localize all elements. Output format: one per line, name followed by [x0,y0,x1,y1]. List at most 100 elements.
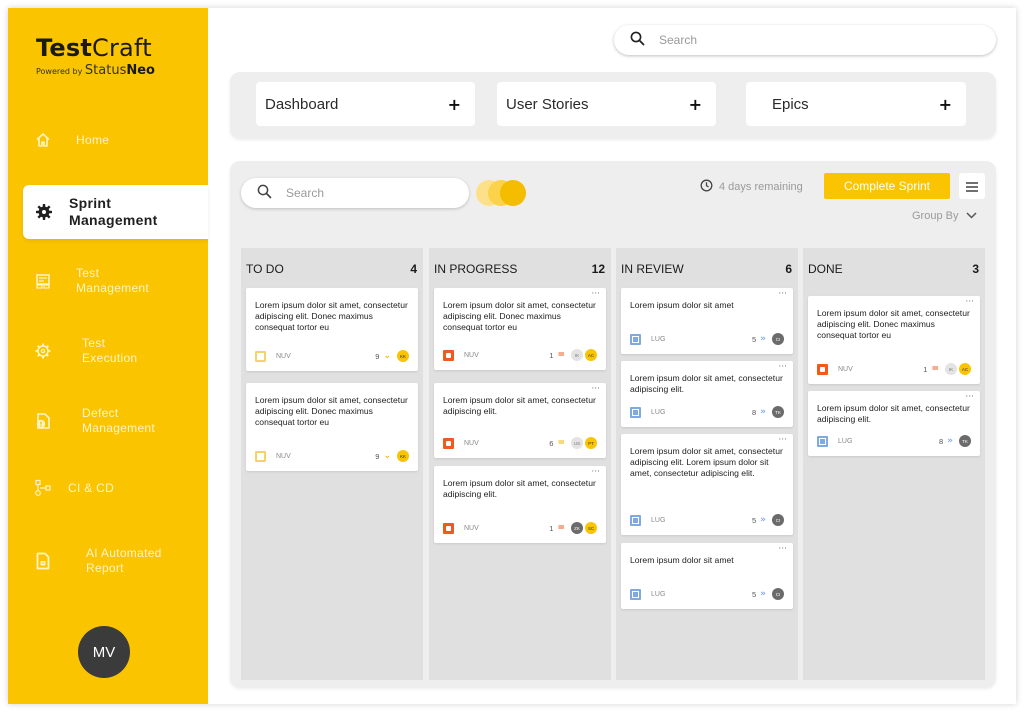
assignee-avatar[interactable]: ZK [571,522,583,534]
story-points: 6 [549,438,554,448]
assignee-avatar[interactable]: IK [571,349,583,361]
assignee-avatar[interactable]: CI [772,514,784,526]
logo-title: TestCraft [36,34,152,62]
story-points: 1 [549,523,554,533]
card-summary: Lorem ipsum dolor sit amet, consectetur … [817,308,970,340]
sidebar-item-home[interactable]: Home [8,130,208,150]
assignee-avatar[interactable]: PT [585,437,597,449]
bug-type-icon [443,349,454,361]
priority-icon: » [760,515,766,525]
more-options-icon[interactable]: ··· [778,544,787,554]
add-icon[interactable]: + [939,95,952,114]
sprint-board: 4 days remaining Complete Sprint Group B… [230,161,996,687]
complete-sprint-button[interactable]: Complete Sprint [824,173,950,199]
assignee-avatar[interactable]: AC [959,363,971,375]
issue-card[interactable]: ··· Lorem ipsum dolor sit amet, consectet… [808,296,980,384]
more-options-icon[interactable]: ··· [965,392,974,402]
sidebar-item-label: Sprint Management [69,195,158,228]
project-key: LUG [651,516,666,524]
add-icon[interactable]: + [689,95,702,114]
issue-card[interactable]: ··· Lorem ipsum dolor sit amet, consectet… [434,466,606,543]
more-options-icon[interactable]: ··· [591,467,600,477]
priority-icon: » [760,589,766,599]
board-column-done: DONE 3 ··· Lorem ipsum dolor sit amet, cons… [803,248,985,680]
bug-type-icon [817,363,828,375]
add-icon[interactable]: + [448,95,461,114]
tab-label: User Stories [506,95,589,113]
more-options-icon[interactable]: ··· [591,289,600,299]
tab-user-stories[interactable]: User Stories + [497,82,716,126]
cog-refresh-icon [34,342,52,360]
story-points: 5 [752,334,757,344]
team-avatars[interactable] [476,180,536,208]
sidebar-item-label: Home [76,132,110,147]
sprint-remaining: 4 days remaining [700,179,803,195]
issue-card[interactable]: ··· Lorem ipsum dolor sit amet, consectet… [434,288,606,370]
column-count: 12 [591,262,605,276]
assignee-avatar[interactable]: SC [585,522,597,534]
sidebar-item-ci-cd[interactable]: CI & CD [8,478,208,498]
user-avatar[interactable]: MV [78,626,130,678]
assignee-avatar[interactable]: TK [772,406,784,418]
task-type-icon [630,514,641,526]
assignee-avatar[interactable]: KK [397,350,409,362]
card-meta: 9 ⌄ KK [375,350,409,362]
issue-card[interactable]: Lorem ipsum dolor sit amet, consectetur … [246,383,418,471]
card-meta: 5» CI [752,514,784,526]
card-footer: LUG 5» CI [630,513,784,527]
issue-card[interactable]: ··· Lorem ipsum dolor sit amet, consectet… [621,361,793,427]
priority-icon: » [760,407,766,417]
team-avatar[interactable] [500,180,526,206]
column-title: TO DO [246,262,284,276]
more-options-icon[interactable]: ··· [778,435,787,445]
project-key: LUG [651,335,666,343]
issue-card[interactable]: ··· Lorem ipsum dolor sit amet LUG 5» CI [621,288,793,354]
board-column-in-progress: IN PROGRESS 12 ··· Lorem ipsum dolor sit am… [429,248,611,680]
assignee-avatar[interactable]: KK [397,450,409,462]
project-key: NUV [464,351,479,359]
issue-card[interactable]: ··· Lorem ipsum dolor sit amet, consectet… [621,434,793,535]
story-points: 8 [752,407,757,417]
card-summary: Lorem ipsum dolor sit amet [630,555,734,565]
assignee-avatar[interactable]: CI [772,333,784,345]
global-search-input[interactable] [659,33,959,47]
priority-icon: = [557,523,565,533]
board-search-input[interactable] [286,186,456,200]
story-points: 5 [752,589,757,599]
assignee-avatar[interactable]: TK [959,435,971,447]
sidebar-item-ai-automated-report[interactable]: AI Automated Report [8,545,208,577]
sidebar-item-defect-management[interactable]: Defect Management [8,405,208,437]
more-options-icon[interactable]: ··· [591,384,600,394]
story-points: 9 [375,351,380,361]
project-key: NUV [276,452,291,460]
sidebar-item-test-management[interactable]: Test Management [8,265,208,297]
assignee-avatar[interactable]: IK [945,363,957,375]
more-options-icon[interactable]: ··· [965,297,974,307]
more-options-icon[interactable]: ··· [778,362,787,372]
board-search[interactable] [241,178,469,208]
tab-label: Dashboard [265,95,339,113]
column-header: TO DO 4 [241,248,423,276]
card-summary: Lorem ipsum dolor sit amet, consectetur … [443,478,596,499]
issue-card[interactable]: Lorem ipsum dolor sit amet, consectetur … [246,288,418,371]
group-by-dropdown[interactable]: Group By [912,210,977,222]
sidebar-item-sprint-management[interactable]: Sprint Management [23,185,208,239]
issue-card[interactable]: ··· Lorem ipsum dolor sit amet LUG 5» CI [621,543,793,609]
sidebar-item-label: Test Execution [82,336,138,365]
assignee-avatar[interactable]: AC [585,349,597,361]
global-search[interactable] [614,25,996,55]
dashboard-icon [34,272,52,290]
assignee-avatar[interactable]: US [571,437,583,449]
more-options-icon[interactable]: ··· [778,289,787,299]
card-footer: NUV 9 ⌄ KK [255,449,409,463]
card-footer: NUV 6 = US PT [443,436,597,450]
tab-epics[interactable]: Epics + [746,82,966,126]
issue-card[interactable]: ··· Lorem ipsum dolor sit amet, consectet… [434,383,606,458]
issue-card[interactable]: ··· Lorem ipsum dolor sit amet, consectet… [808,391,980,456]
menu-button[interactable] [959,173,985,199]
tab-dashboard[interactable]: Dashboard + [256,82,475,126]
sidebar-item-test-execution[interactable]: Test Execution [8,335,208,367]
assignee-avatar[interactable]: CI [772,588,784,600]
bug-document-icon [34,412,52,430]
card-footer: LUG 8» TK [630,405,784,419]
